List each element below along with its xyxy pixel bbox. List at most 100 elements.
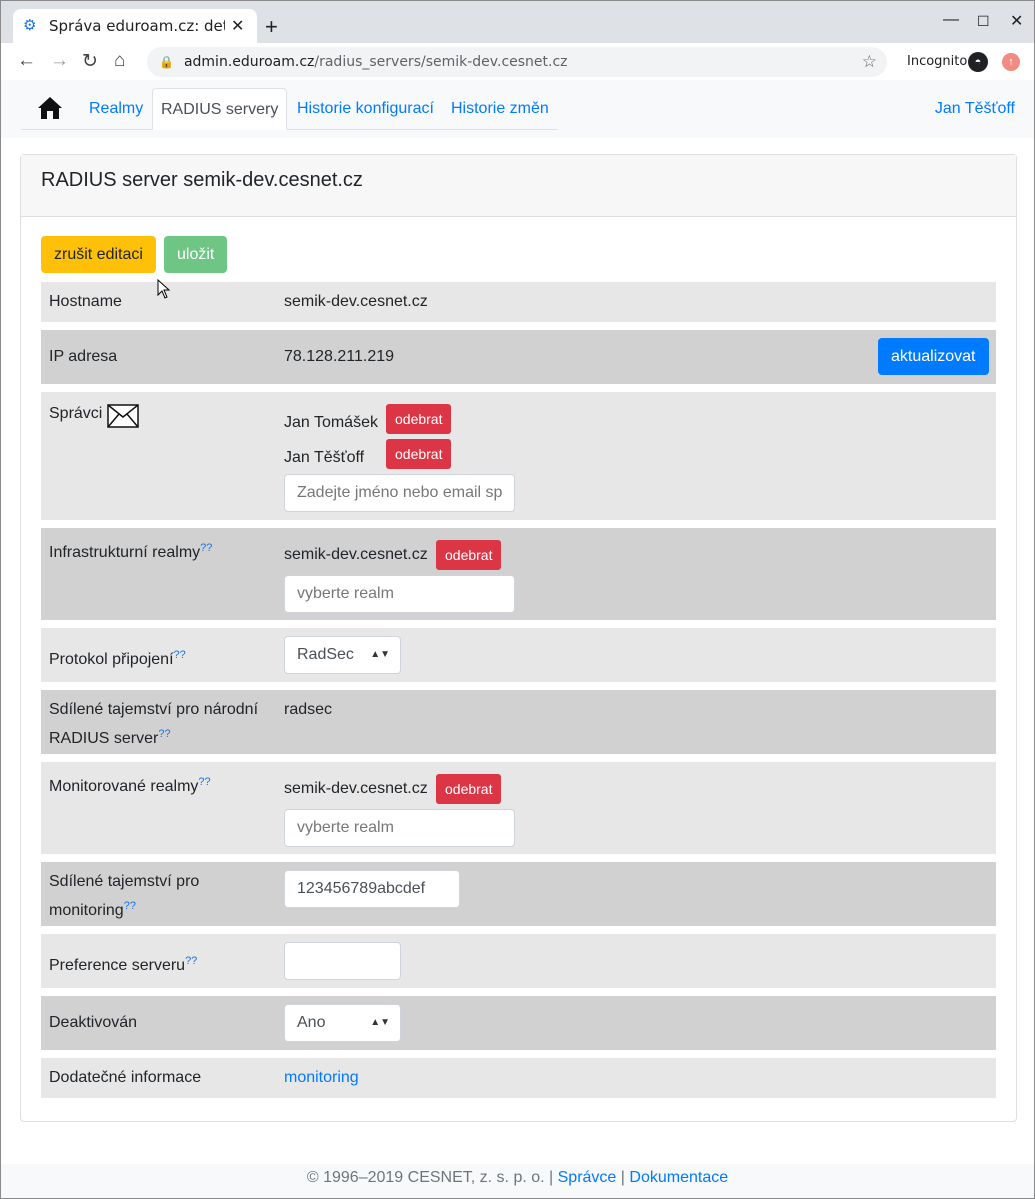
select-arrows-icon: ▲▼: [370, 649, 390, 660]
maximize-icon[interactable]: ☐: [977, 13, 990, 30]
reload-icon[interactable]: ↻: [82, 50, 98, 73]
admins-label: Správci: [49, 405, 103, 422]
remove-infra-realm-button[interactable]: odebrat: [436, 540, 502, 570]
row-admins: Správci Jan Tomášek odebrat Jan Těšťoff …: [41, 392, 996, 520]
infra-realms-label: Infrastrukturní realmy??: [49, 536, 212, 565]
card-title: RADIUS server semik-dev.cesnet.cz: [21, 155, 1016, 217]
footer-copyright: © 1996–2019 CESNET, z. s. p. o. |: [306, 1169, 554, 1186]
infra-realms-help[interactable]: ??: [200, 542, 212, 554]
preference-help[interactable]: ??: [185, 955, 197, 967]
mouse-cursor-icon: [157, 279, 171, 299]
remove-monitored-realm-button[interactable]: odebrat: [436, 774, 502, 804]
footer-separator: |: [620, 1169, 625, 1186]
back-icon[interactable]: ←: [17, 50, 36, 72]
cancel-edit-button[interactable]: zrušit editaci: [41, 236, 156, 273]
nav-item-radius-servers[interactable]: RADIUS servery: [152, 88, 288, 130]
footer-docs-link[interactable]: Dokumentace: [629, 1169, 728, 1186]
incognito-label: Incognito: [907, 54, 968, 69]
row-deactivated: Deaktivován Ano ▲▼: [41, 996, 996, 1050]
additional-info-label: Dodatečné informace: [49, 1069, 202, 1086]
minimize-icon[interactable]: —: [943, 11, 959, 29]
address-bar[interactable]: 🔒 admin.eduroam.cz/radius_servers/semik-…: [147, 47, 887, 77]
infra-realm-input[interactable]: vyberte realm: [284, 575, 515, 613]
new-tab-icon[interactable]: +: [265, 14, 278, 40]
row-protocol: Protokol připojení?? RadSec ▲▼: [41, 628, 996, 682]
protocol-help[interactable]: ??: [174, 649, 186, 661]
row-ip: IP adresa 78.128.211.219 aktualizovat: [41, 330, 996, 384]
preference-label: Preference serveru??: [49, 949, 197, 978]
deactivated-select[interactable]: Ano ▲▼: [284, 1004, 401, 1042]
preference-input[interactable]: [284, 942, 401, 980]
infra-realms-label-text: Infrastrukturní realmy: [49, 544, 201, 561]
url-host: admin.eduroam.cz: [183, 54, 315, 70]
nav-item-config-history[interactable]: Historie konfigurací: [297, 88, 434, 130]
page-content: Realmy RADIUS servery Historie konfigura…: [0, 80, 1035, 1199]
footer: © 1996–2019 CESNET, z. s. p. o. | Správc…: [1, 1164, 1034, 1199]
select-arrows-icon: ▲▼: [370, 1017, 390, 1028]
ip-value: 78.128.211.219: [284, 348, 395, 365]
protocol-label: Protokol připojení??: [49, 643, 186, 672]
forward-icon[interactable]: →: [50, 50, 69, 72]
update-ip-button[interactable]: aktualizovat: [878, 338, 989, 375]
admin-search-input[interactable]: Zadejte jméno nebo email sp: [284, 474, 515, 512]
top-navigation: Realmy RADIUS servery Historie konfigura…: [1, 80, 1034, 138]
nav-item-change-history[interactable]: Historie změn: [451, 88, 549, 130]
update-icon[interactable]: ↑: [1002, 53, 1020, 71]
ip-label: IP adresa: [49, 348, 118, 365]
monitored-realm-input[interactable]: vyberte realm: [284, 809, 515, 847]
admin-name-2: Jan Těšťoff: [284, 449, 365, 466]
nav-item-realmy[interactable]: Realmy: [89, 88, 143, 130]
monitoring-secret-label-l1: Sdílené tajemství pro: [49, 873, 200, 890]
monitoring-secret-label: Sdílené tajemství pro monitoring??: [49, 870, 199, 923]
monitored-realms-label-text: Monitorované realmy: [49, 778, 199, 795]
remove-admin-2-button[interactable]: odebrat: [386, 439, 452, 469]
hostname-label: Hostname: [49, 293, 122, 310]
monitoring-link[interactable]: monitoring: [284, 1066, 359, 1090]
save-button[interactable]: uložit: [164, 236, 228, 273]
tab-strip: ⚙ Správa eduroam.cz: detail ✕ + — ☐ ✕: [1, 1, 1034, 43]
monitored-realm-value: semik-dev.cesnet.cz: [284, 780, 428, 797]
footer-admins-link[interactable]: Správce: [558, 1169, 617, 1186]
preference-label-text: Preference serveru: [49, 957, 186, 974]
row-additional-info: Dodatečné informace monitoring: [41, 1058, 996, 1098]
row-monitored-realms: Monitorované realmy?? semik-dev.cesnet.c…: [41, 762, 996, 854]
infra-realm-value: semik-dev.cesnet.cz: [284, 546, 428, 563]
row-hostname: Hostname semik-dev.cesnet.cz: [41, 282, 996, 322]
remove-admin-1-button[interactable]: odebrat: [386, 404, 452, 434]
shared-secret-help[interactable]: ??: [158, 728, 170, 740]
row-preference: Preference serveru??: [41, 934, 996, 988]
shared-secret-label: Sdílené tajemství pro národní RADIUS serv…: [49, 698, 258, 751]
user-link[interactable]: Jan Těšťoff: [935, 88, 1015, 130]
incognito-icon[interactable]: ◓: [968, 52, 988, 72]
bookmark-star-icon[interactable]: ☆: [862, 52, 877, 72]
hostname-value: semik-dev.cesnet.cz: [284, 293, 428, 310]
monitoring-secret-help[interactable]: ??: [124, 900, 136, 912]
window-close-icon[interactable]: ✕: [1010, 11, 1023, 31]
url-path: /radius_servers/semik-dev.cesnet.cz: [314, 54, 568, 70]
monitoring-secret-label-l2: monitoring: [49, 902, 124, 919]
tab-close-icon[interactable]: ✕: [231, 16, 244, 36]
protocol-select[interactable]: RadSec ▲▼: [284, 636, 401, 674]
home-nav-icon[interactable]: [37, 96, 63, 120]
shared-secret-label-l1: Sdílené tajemství pro národní: [49, 701, 259, 718]
tab-title: Správa eduroam.cz: detail: [49, 17, 225, 35]
gear-favicon-icon: ⚙: [23, 17, 37, 34]
protocol-select-value: RadSec: [297, 646, 354, 663]
nav-tabs: Realmy RADIUS servery Historie konfigura…: [21, 88, 558, 130]
server-detail-card: RADIUS server semik-dev.cesnet.cz zrušit…: [20, 154, 1017, 1122]
envelope-icon[interactable]: [107, 404, 139, 428]
deactivated-label: Deaktivován: [49, 1014, 138, 1031]
admin-name-1: Jan Tomášek: [284, 414, 378, 431]
monitored-realms-help[interactable]: ??: [198, 776, 210, 788]
protocol-label-text: Protokol připojení: [49, 651, 174, 668]
shared-secret-label-l2: RADIUS server: [49, 730, 159, 747]
shared-secret-value: radsec: [284, 701, 333, 718]
browser-toolbar: ← → ↻ ⌂ 🔒 admin.eduroam.cz/radius_server…: [1, 43, 1034, 81]
home-icon[interactable]: ⌂: [114, 50, 125, 72]
browser-tab[interactable]: ⚙ Správa eduroam.cz: detail ✕: [13, 9, 257, 43]
monitored-realms-label: Monitorované realmy??: [49, 770, 211, 799]
row-infra-realms: Infrastrukturní realmy?? semik-dev.cesne…: [41, 528, 996, 620]
lock-icon: 🔒: [159, 55, 174, 69]
monitoring-secret-input[interactable]: 123456789abcdef: [284, 870, 460, 908]
browser-chrome: ⚙ Správa eduroam.cz: detail ✕ + — ☐ ✕ ← …: [0, 0, 1035, 81]
